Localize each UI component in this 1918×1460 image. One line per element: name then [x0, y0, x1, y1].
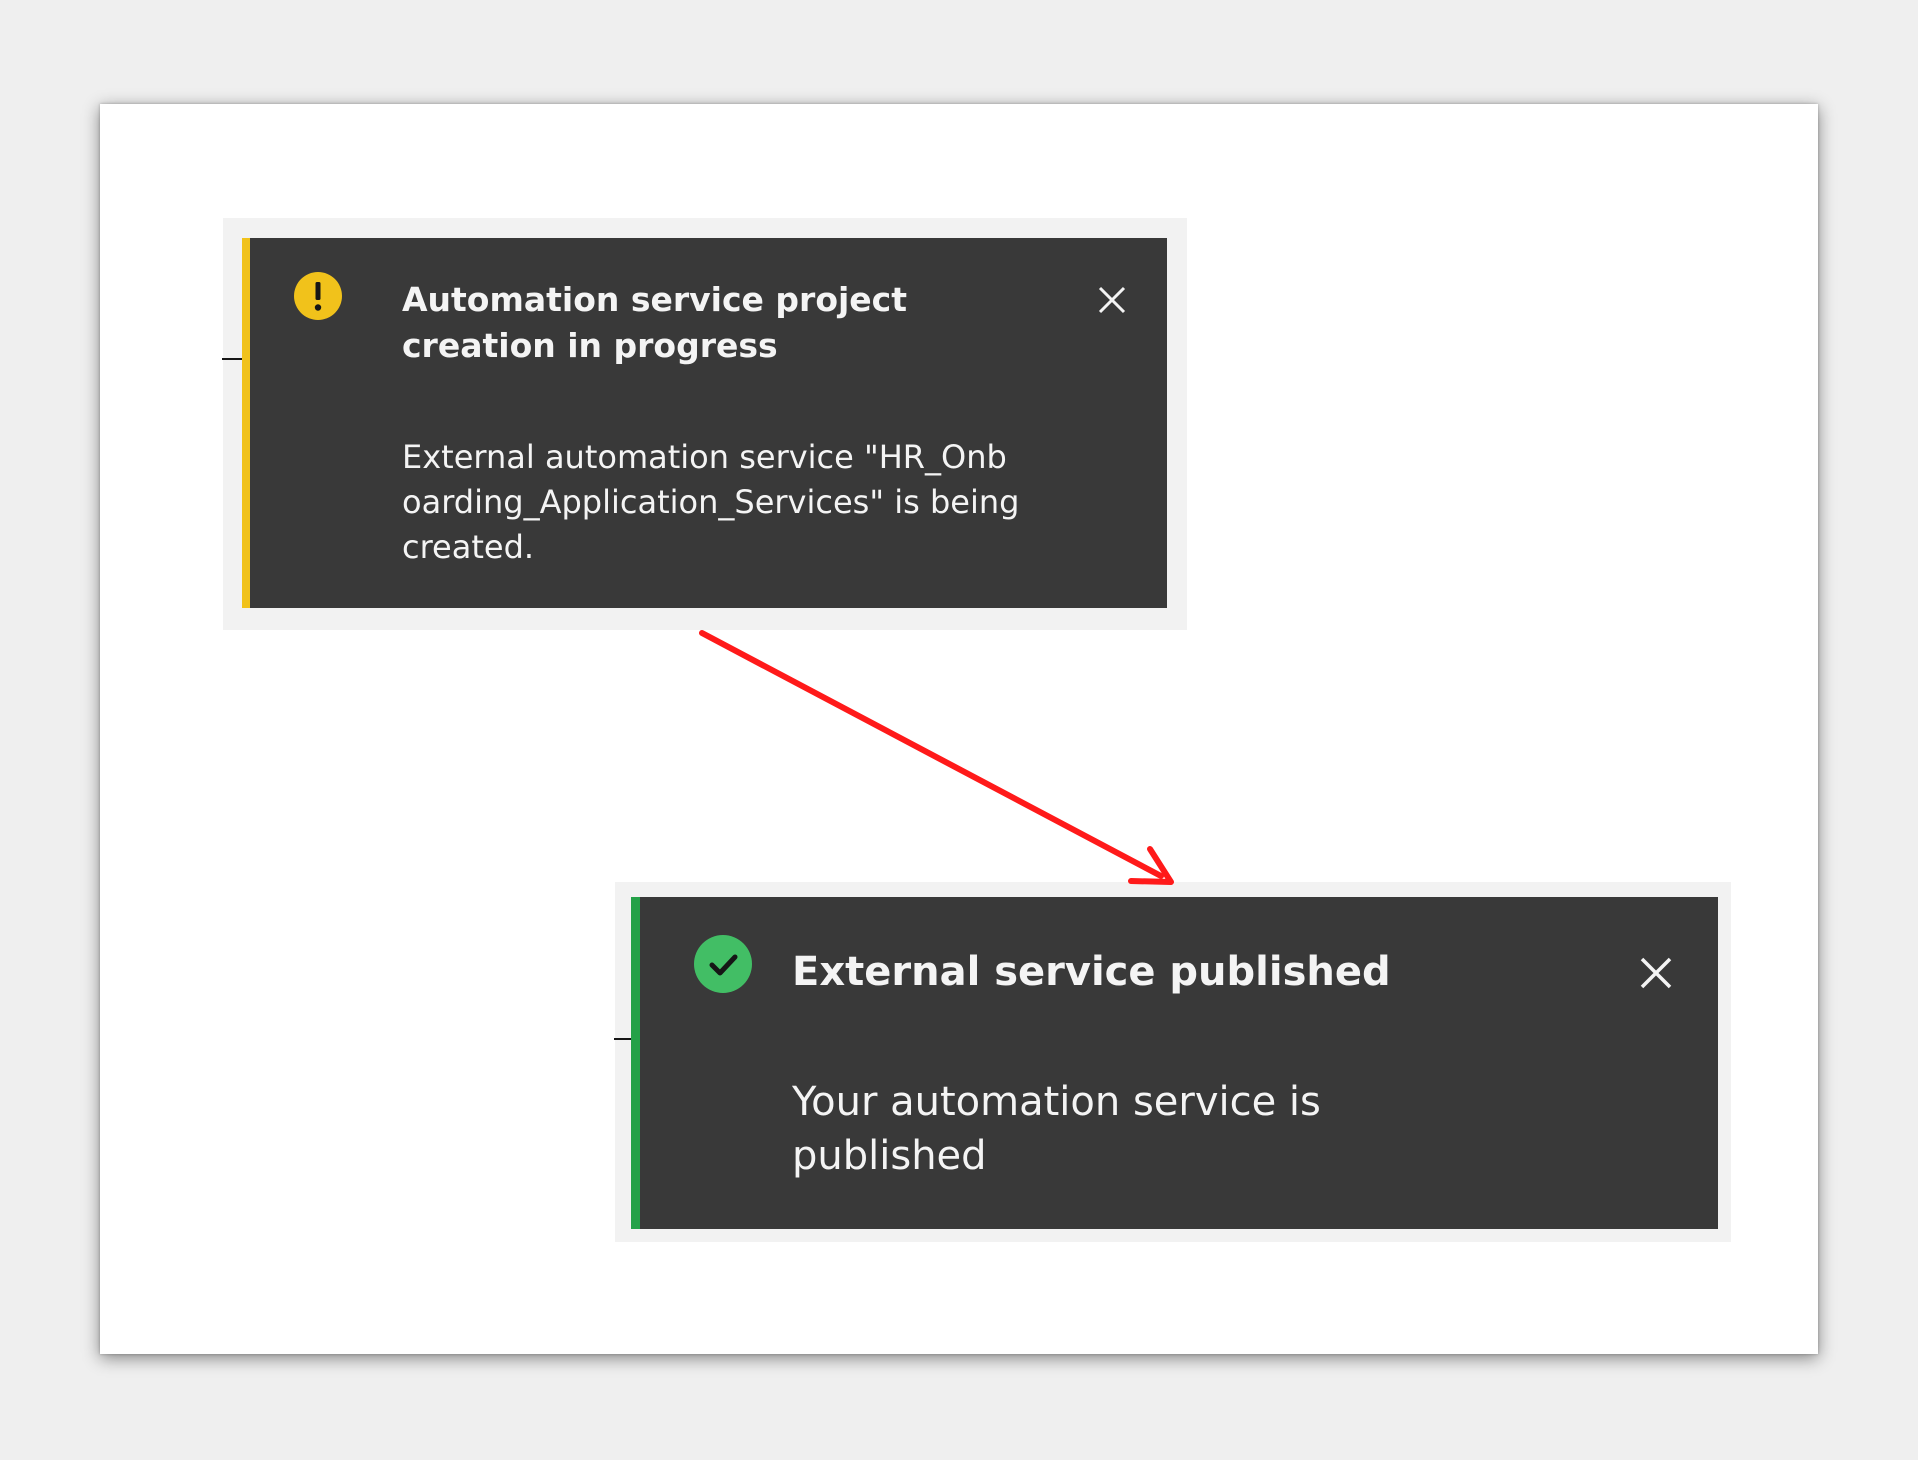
- background-ui-fragment: [222, 358, 244, 360]
- close-icon: [1640, 957, 1672, 989]
- checkmark-filled-icon: [694, 935, 752, 993]
- toast-message: External automation service "HR_Onboardi…: [402, 438, 1020, 566]
- toast-notification-warning: Automation service project creation in p…: [242, 238, 1167, 608]
- close-button[interactable]: [1630, 947, 1682, 999]
- toast-notification-success: External service published Your automati…: [631, 897, 1718, 1229]
- close-icon: [1098, 286, 1126, 314]
- toast-title: Automation service project creation in p…: [402, 280, 908, 365]
- warning-filled-icon: [294, 272, 342, 320]
- toast-title: External service published: [792, 949, 1391, 995]
- toast-message: Your automation service is published: [792, 1079, 1321, 1179]
- close-button[interactable]: [1090, 278, 1134, 322]
- screenshot-canvas: Automation service project creation in p…: [100, 104, 1818, 1354]
